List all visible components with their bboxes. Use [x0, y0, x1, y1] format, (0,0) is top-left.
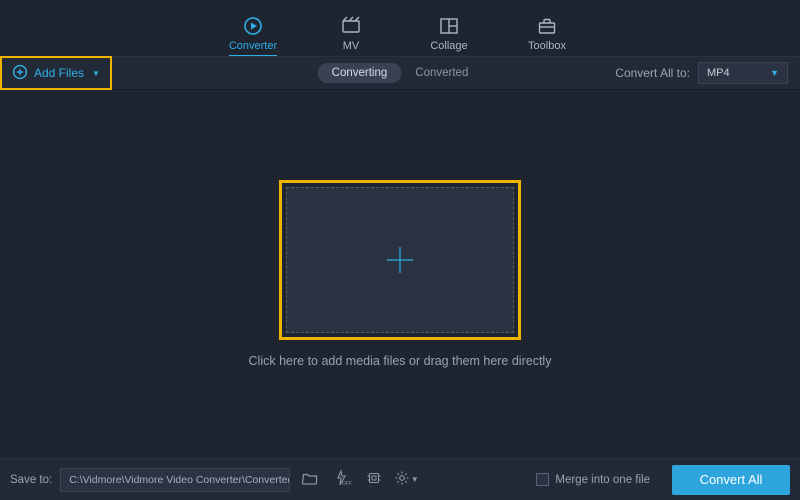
convert-all-button[interactable]: Convert All [672, 465, 790, 495]
settings-button[interactable]: ▼ [394, 468, 418, 492]
gear-icon [394, 470, 410, 489]
chevron-down-icon: ▼ [770, 68, 779, 78]
add-media-dropzone[interactable] [286, 187, 514, 333]
conversion-tabs: Converting Converted [318, 63, 483, 83]
dropzone-highlight [279, 180, 521, 340]
nav-label: Converter [229, 40, 277, 52]
chip-off-icon [366, 470, 382, 489]
convert-all-to: Convert All to: MP4 ▼ [615, 62, 800, 84]
main-area: Click here to add media files or drag th… [0, 90, 800, 458]
chevron-down-icon: ▼ [411, 475, 419, 484]
chevron-down-icon: ▼ [92, 69, 100, 78]
dropzone-hint: Click here to add media files or drag th… [249, 354, 552, 368]
top-nav: Converter MV Collage Toolbox [0, 0, 800, 56]
save-path-value: C:\Vidmore\Vidmore Video Converter\Conve… [69, 474, 290, 486]
plus-circle-icon [12, 64, 28, 83]
nav-tab-toolbox[interactable]: Toolbox [517, 15, 577, 56]
nav-label: MV [343, 40, 360, 52]
save-path-select[interactable]: C:\Vidmore\Vidmore Video Converter\Conve… [60, 468, 290, 492]
save-to-label: Save to: [10, 474, 52, 486]
svg-text:OFF: OFF [342, 481, 352, 487]
format-value: MP4 [707, 67, 730, 79]
add-files-label: Add Files [34, 66, 84, 80]
tab-converted[interactable]: Converted [401, 63, 482, 83]
gpu-toggle-button[interactable] [362, 468, 386, 492]
toolbox-icon [536, 15, 558, 37]
flash-off-icon: OFF [334, 470, 350, 489]
merge-label: Merge into one file [555, 474, 650, 486]
flash-toggle-button[interactable]: OFF [330, 468, 354, 492]
folder-icon [302, 470, 318, 489]
nav-label: Collage [430, 40, 467, 52]
nav-label: Toolbox [528, 40, 566, 52]
convert-all-to-label: Convert All to: [615, 66, 690, 80]
converter-icon [242, 15, 264, 37]
merge-checkbox[interactable]: Merge into one file [536, 473, 650, 486]
mv-icon [340, 15, 362, 37]
plus-icon [383, 243, 417, 277]
checkbox-icon [536, 473, 549, 486]
tab-converting[interactable]: Converting [318, 63, 402, 83]
output-format-select[interactable]: MP4 ▼ [698, 62, 788, 84]
add-files-highlight: Add Files ▼ [0, 56, 112, 90]
nav-tab-converter[interactable]: Converter [223, 15, 283, 56]
open-folder-button[interactable] [298, 468, 322, 492]
add-files-button[interactable]: Add Files ▼ [2, 58, 110, 88]
nav-tab-mv[interactable]: MV [321, 15, 381, 56]
secondary-bar: Add Files ▼ Converting Converted Convert… [0, 56, 800, 90]
collage-icon [438, 15, 460, 37]
nav-tab-collage[interactable]: Collage [419, 15, 479, 56]
bottom-bar: Save to: C:\Vidmore\Vidmore Video Conver… [0, 458, 800, 500]
